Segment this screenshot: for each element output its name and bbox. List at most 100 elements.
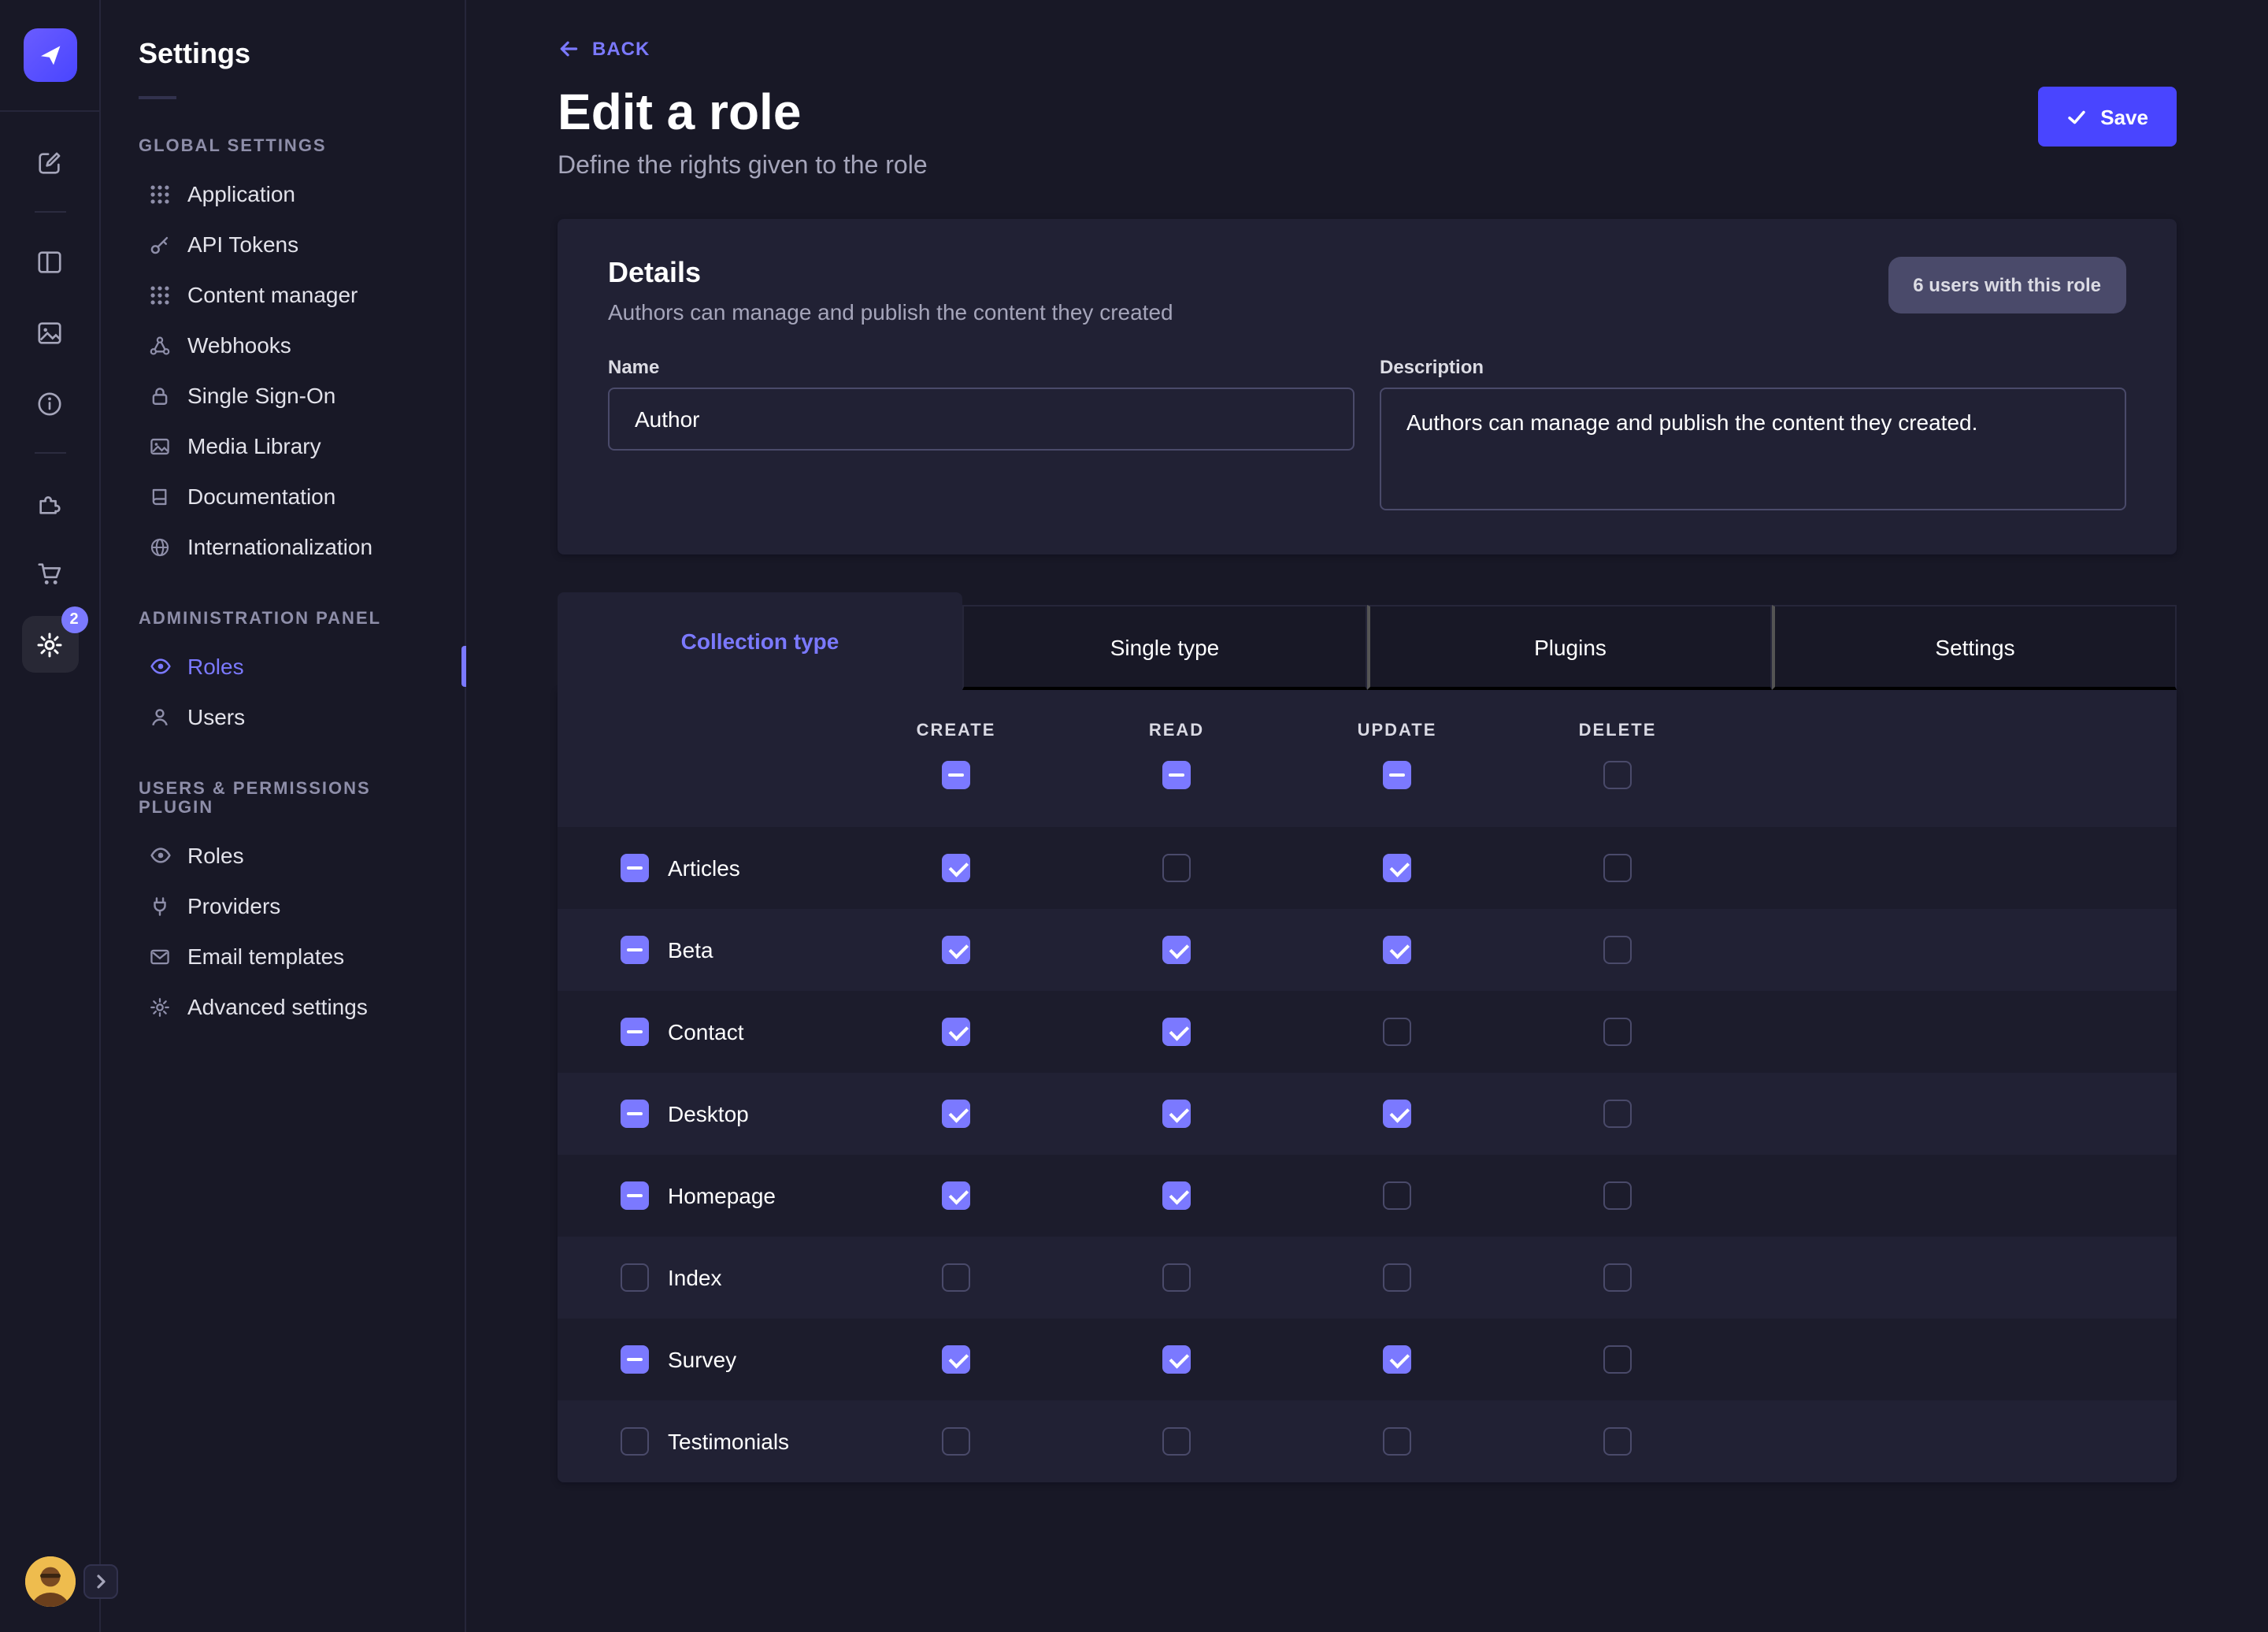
permission-row-beta: Beta xyxy=(558,909,2177,991)
checkbox-read[interactable] xyxy=(1162,1427,1191,1456)
row-checkbox[interactable] xyxy=(621,1018,649,1046)
sidebar-item-single-sign-on[interactable]: Single Sign-On xyxy=(101,370,465,421)
plugins-button[interactable] xyxy=(21,474,78,531)
marketplace-cart-icon xyxy=(36,560,63,587)
sidebar-item-roles-admin[interactable]: Roles xyxy=(101,641,465,692)
checkbox-delete[interactable] xyxy=(1603,1181,1632,1210)
checkbox-read[interactable] xyxy=(1162,936,1191,964)
checkbox-delete[interactable] xyxy=(1603,1018,1632,1046)
row-checkbox[interactable] xyxy=(621,1181,649,1210)
sidebar-item-content-manager[interactable]: Content manager xyxy=(101,269,465,320)
details-subtitle: Authors can manage and publish the conte… xyxy=(608,299,1173,325)
sidebar-item-application[interactable]: Application xyxy=(101,169,465,219)
select-all-read-checkbox[interactable] xyxy=(1162,761,1191,789)
column-header-create: CREATE xyxy=(917,721,996,740)
eye-icon xyxy=(148,844,172,866)
checkbox-read[interactable] xyxy=(1162,1263,1191,1292)
sidebar-item-api-tokens[interactable]: API Tokens xyxy=(101,219,465,269)
main-content: BACK Edit a role Define the rights given… xyxy=(466,0,2268,1632)
column-header-delete: DELETE xyxy=(1579,721,1657,740)
expand-nav-button[interactable] xyxy=(83,1564,118,1599)
select-all-delete-checkbox[interactable] xyxy=(1603,761,1632,789)
details-title: Details xyxy=(608,257,1173,290)
content-type-builder-button[interactable] xyxy=(21,233,78,290)
sidebar-item-label: Roles xyxy=(187,654,244,679)
checkbox-update[interactable] xyxy=(1383,1100,1411,1128)
sidebar-item-media-library[interactable]: Media Library xyxy=(101,421,465,471)
row-checkbox[interactable] xyxy=(621,854,649,882)
checkbox-delete[interactable] xyxy=(1603,854,1632,882)
name-input[interactable] xyxy=(608,388,1354,451)
checkbox-create[interactable] xyxy=(942,1100,970,1128)
checkbox-delete[interactable] xyxy=(1603,1345,1632,1374)
users-with-role-badge[interactable]: 6 users with this role xyxy=(1888,257,2126,313)
checkbox-read[interactable] xyxy=(1162,1100,1191,1128)
content-edit-button[interactable] xyxy=(21,134,78,191)
sidebar-item-internationalization[interactable]: Internationalization xyxy=(101,521,465,572)
media-library-button[interactable] xyxy=(21,304,78,361)
checkbox-update[interactable] xyxy=(1383,1345,1411,1374)
grid-icon xyxy=(148,284,172,305)
tab-collection-type[interactable]: Collection type xyxy=(558,592,962,690)
row-checkbox[interactable] xyxy=(621,1345,649,1374)
select-all-create-checkbox[interactable] xyxy=(942,761,970,789)
checkbox-update[interactable] xyxy=(1383,936,1411,964)
eye-icon xyxy=(148,655,172,677)
sidebar-item-roles-plugin[interactable]: Roles xyxy=(101,830,465,881)
info-button[interactable] xyxy=(21,375,78,432)
checkbox-update[interactable] xyxy=(1383,1181,1411,1210)
settings-button[interactable]: 2 xyxy=(21,616,78,673)
checkbox-read[interactable] xyxy=(1162,1018,1191,1046)
strapi-logo xyxy=(23,28,76,82)
checkbox-update[interactable] xyxy=(1383,1018,1411,1046)
row-checkbox[interactable] xyxy=(621,1100,649,1128)
page-subtitle: Define the rights given to the role xyxy=(558,153,928,181)
sidebar-item-providers[interactable]: Providers xyxy=(101,881,465,931)
checkbox-create[interactable] xyxy=(942,1181,970,1210)
permissions-table-header: CREATE READ UPDATE DELETE xyxy=(558,690,2177,827)
checkbox-read[interactable] xyxy=(1162,1181,1191,1210)
marketplace-button[interactable] xyxy=(21,545,78,602)
checkbox-create[interactable] xyxy=(942,1263,970,1292)
tab-single-type[interactable]: Single type xyxy=(962,605,1367,690)
checkbox-read[interactable] xyxy=(1162,1345,1191,1374)
checkbox-read[interactable] xyxy=(1162,854,1191,882)
checkbox-update[interactable] xyxy=(1383,1427,1411,1456)
checkbox-delete[interactable] xyxy=(1603,1100,1632,1128)
sidebar-item-users[interactable]: Users xyxy=(101,692,465,742)
sidebar-item-advanced-settings[interactable]: Advanced settings xyxy=(101,981,465,1032)
check-icon xyxy=(2066,106,2086,127)
row-checkbox[interactable] xyxy=(621,1427,649,1456)
description-textarea[interactable]: Authors can manage and publish the conte… xyxy=(1380,388,2126,510)
checkbox-create[interactable] xyxy=(942,1018,970,1046)
row-checkbox[interactable] xyxy=(621,936,649,964)
checkbox-update[interactable] xyxy=(1383,854,1411,882)
checkbox-create[interactable] xyxy=(942,936,970,964)
tab-plugins[interactable]: Plugins xyxy=(1367,605,1772,690)
section-heading-global-settings: GLOBAL SETTINGS xyxy=(101,137,465,156)
tab-settings[interactable]: Settings xyxy=(1772,605,2177,690)
select-all-update-checkbox[interactable] xyxy=(1383,761,1411,789)
checkbox-update[interactable] xyxy=(1383,1263,1411,1292)
sidebar-item-label: Content manager xyxy=(187,282,358,307)
gear-icon xyxy=(148,996,172,1017)
edit-icon xyxy=(36,149,63,176)
sidebar-item-documentation[interactable]: Documentation xyxy=(101,471,465,521)
lock-icon xyxy=(148,385,172,406)
checkbox-create[interactable] xyxy=(942,854,970,882)
logo-area xyxy=(0,0,99,112)
back-link[interactable]: BACK xyxy=(558,38,650,60)
row-checkbox[interactable] xyxy=(621,1263,649,1292)
icon-rail: 2 xyxy=(0,0,101,1632)
permission-row-desktop: Desktop xyxy=(558,1073,2177,1155)
sidebar-item-webhooks[interactable]: Webhooks xyxy=(101,320,465,370)
permission-row-articles: Articles xyxy=(558,827,2177,909)
checkbox-delete[interactable] xyxy=(1603,1263,1632,1292)
checkbox-create[interactable] xyxy=(942,1345,970,1374)
sidebar-item-email-templates[interactable]: Email templates xyxy=(101,931,465,981)
checkbox-delete[interactable] xyxy=(1603,936,1632,964)
save-button[interactable]: Save xyxy=(2037,87,2177,147)
user-avatar[interactable] xyxy=(24,1556,75,1607)
checkbox-delete[interactable] xyxy=(1603,1427,1632,1456)
checkbox-create[interactable] xyxy=(942,1427,970,1456)
